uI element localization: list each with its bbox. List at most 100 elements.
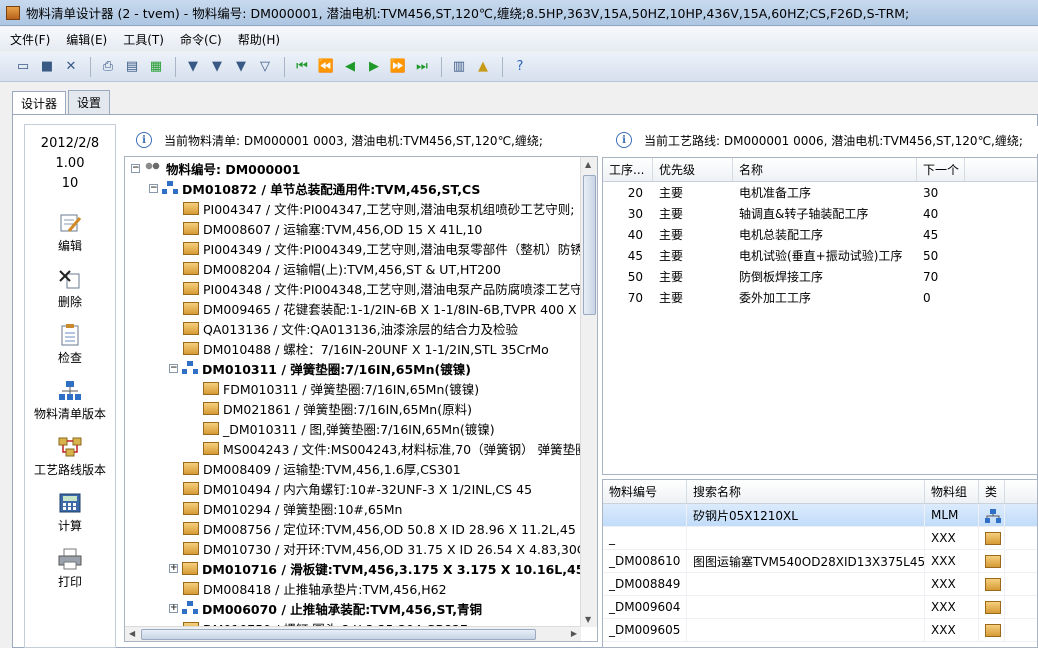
filter-icon[interactable]: ▼	[182, 56, 204, 78]
excel-icon[interactable]: ▦	[145, 56, 167, 78]
next-page-icon[interactable]: ⏩	[387, 56, 409, 78]
tree-node[interactable]: DM021861 / 弹簧垫圈:7/16IN,65Mn(原料)	[203, 398, 472, 418]
tree-node[interactable]: DM008204 / 运输帽(上):TVM,456,ST & UT,HT200	[183, 258, 501, 278]
scroll-thumb[interactable]	[583, 175, 596, 315]
save-icon[interactable]: ■	[36, 56, 58, 78]
calculate-button[interactable]: 计算	[25, 492, 115, 534]
menu-edit[interactable]: 编辑(E)	[66, 31, 107, 48]
preview-icon[interactable]: ▤	[121, 56, 143, 78]
material-row[interactable]: _DM009605 XXX	[603, 619, 1037, 642]
collapse-icon[interactable]: −	[169, 363, 178, 373]
tree-node[interactable]: − DM010311 / 弹簧垫圈:7/16IN,65Mn(镀镍)	[169, 358, 471, 378]
tree-node[interactable]: DM008409 / 运输垫:TVM,456,1.6厚,CS301	[183, 458, 461, 478]
route-row[interactable]: 50 主要 防倒板焊接工序 70	[603, 266, 1037, 287]
tree-node[interactable]: PI004349 / 文件:PI004349,工艺守则,潜油电泵零部件（整机）防…	[183, 238, 581, 258]
tree-node[interactable]: _DM010311 / 图,弹簧垫圈:7/16IN,65Mn(镀镍)	[203, 418, 495, 438]
scroll-right-icon[interactable]: ▶	[571, 629, 577, 638]
next-record-icon[interactable]: ▶	[363, 56, 385, 78]
material-cell: XXX	[925, 619, 979, 641]
alert-icon[interactable]: ▲	[472, 56, 494, 78]
users-icon	[144, 162, 162, 174]
document-icon[interactable]: ▥	[448, 56, 470, 78]
delete-button[interactable]: 删除	[25, 268, 115, 310]
collapse-icon[interactable]: −	[149, 183, 158, 193]
tree-node[interactable]: DM008607 / 运输塞:TVM,456,OD 15 X 41L,10	[183, 218, 482, 238]
scroll-up-icon[interactable]: ▲	[585, 160, 591, 169]
tree-node[interactable]: + DM010716 / 滑板键:TVM,456,3.175 X 3.175 X…	[169, 558, 581, 578]
menu-file[interactable]: 文件(F)	[10, 31, 50, 48]
scroll-down-icon[interactable]: ▼	[585, 615, 591, 624]
tree-vertical-scrollbar[interactable]: ▲ ▼	[580, 157, 597, 627]
expand-icon[interactable]: +	[169, 603, 178, 613]
tree-node[interactable]: DM010730 / 对开环:TVM,456,OD 31.75 X ID 26.…	[183, 538, 581, 558]
filter-advanced-icon[interactable]: ▼	[230, 56, 252, 78]
tree-node-root[interactable]: − 物料编号: DM000001	[131, 158, 300, 178]
first-record-icon[interactable]: ⏮	[291, 56, 313, 78]
type-cell	[979, 504, 1005, 526]
tree-node[interactable]: DM010488 / 螺栓：7/16IN-20UNF X 1-1/2IN,STL…	[183, 338, 549, 358]
bom-version-button[interactable]: 物料清单版本	[25, 380, 115, 422]
route-row[interactable]: 45 主要 电机试验(垂直+振动试验)工序 50	[603, 245, 1037, 266]
route-row[interactable]: 30 主要 轴调直&转子轴装配工序 40	[603, 203, 1037, 224]
tree-node[interactable]: DM008418 / 止推轴承垫片:TVM,456,H62	[183, 578, 447, 598]
column-header[interactable]: 优先级	[653, 158, 733, 181]
tree-node[interactable]: + DM006070 / 止推轴承装配:TVM,456,ST,青铜	[169, 598, 482, 618]
prev-record-icon[interactable]: ◀	[339, 56, 361, 78]
bom-tree[interactable]: − 物料编号: DM000001 − DM010872 / 单节总装配通用件:T…	[124, 156, 598, 642]
material-row[interactable]: 矽钢片05X1210XL MLM	[603, 504, 1037, 527]
collapse-icon[interactable]: −	[131, 163, 140, 173]
tree-node[interactable]: − DM010872 / 单节总装配通用件:TVM,456,ST,CS	[149, 178, 480, 198]
tree-node[interactable]: QA013136 / 文件:QA013136,油漆涂层的结合力及检验	[183, 318, 518, 338]
route-row[interactable]: 20 主要 电机准备工序 30	[603, 182, 1037, 203]
tab-settings[interactable]: 设置	[68, 90, 111, 114]
edit-button[interactable]: 编辑	[25, 212, 115, 254]
column-header[interactable]: 物料编号	[603, 480, 687, 503]
info-icon: i	[136, 132, 152, 148]
route-row[interactable]: 40 主要 电机总装配工序 45	[603, 224, 1037, 245]
tree-node[interactable]: DM010494 / 内六角螺钉:10#-32UNF-3 X 1/2INL,CS…	[183, 478, 532, 498]
tree-node[interactable]: PI004347 / 文件:PI004347,工艺守则,潜油电泵机组喷砂工艺守则…	[183, 198, 574, 218]
tree-horizontal-scrollbar[interactable]: ◀ ▶	[125, 626, 581, 641]
cut-icon[interactable]: ✕	[60, 56, 82, 78]
tree-node[interactable]: FDM010311 / 弹簧垫圈:7/16IN,65Mn(镀镍)	[203, 378, 479, 398]
tree-node[interactable]: DM009465 / 花键套装配:1-1/2IN-6B X 1-1/8IN-6B…	[183, 298, 581, 318]
route-version-button[interactable]: 工艺路线版本	[25, 436, 115, 478]
tab-designer[interactable]: 设计器	[12, 91, 67, 115]
expand-icon[interactable]: +	[169, 563, 178, 573]
column-header[interactable]: 名称	[733, 158, 917, 181]
tree-node[interactable]: DM010294 / 弹簧垫圈:10#,65Mn	[183, 498, 402, 518]
material-row[interactable]: _ XXX	[603, 527, 1037, 550]
tree-node[interactable]: MS004243 / 文件:MS004243,材料标准,70（弹簧钢） 弹簧垫圈…	[203, 438, 581, 458]
tree-node[interactable]: PI004348 / 文件:PI004348,工艺守则,潜油电泵产品防腐喷漆工艺…	[183, 278, 581, 298]
last-record-icon[interactable]: ⏭	[411, 56, 433, 78]
check-button[interactable]: 检查	[25, 324, 115, 366]
print-button[interactable]: 打印	[25, 548, 115, 590]
help-icon[interactable]: ?	[509, 56, 531, 78]
menu-tools[interactable]: 工具(T)	[123, 31, 164, 48]
scroll-left-icon[interactable]: ◀	[129, 629, 135, 638]
route-row[interactable]: 70 主要 委外加工工序 0	[603, 287, 1037, 308]
menu-help[interactable]: 帮助(H)	[238, 31, 280, 48]
new-icon[interactable]: ▭	[12, 56, 34, 78]
column-header[interactable]: 物料组	[925, 480, 979, 503]
tree-node[interactable]: DM008756 / 定位环:TVM,456,OD 50.8 X ID 28.9…	[183, 518, 576, 538]
material-row[interactable]: _DM008610 图图运输塞TVM540OD28XID13X375L45 XXX	[603, 550, 1037, 573]
column-header[interactable]: 搜索名称	[687, 480, 925, 503]
filter-clear-icon[interactable]: ▽	[254, 56, 276, 78]
menu-command[interactable]: 命令(C)	[180, 31, 222, 48]
print-icon[interactable]: ⎙	[97, 56, 119, 78]
material-cell: _DM008849	[603, 573, 687, 595]
material-row[interactable]: _DM008849 XXX	[603, 573, 1037, 596]
column-header[interactable]: 工序...	[603, 158, 653, 181]
info-icon: i	[616, 132, 632, 148]
checklist-icon	[57, 324, 83, 346]
part-icon	[203, 381, 219, 395]
part-icon	[183, 461, 199, 475]
column-header[interactable]: 下一个	[917, 158, 965, 181]
route-cell: 70	[923, 269, 939, 284]
filter-selection-icon[interactable]: ▼	[206, 56, 228, 78]
scroll-thumb[interactable]	[141, 629, 536, 640]
material-row[interactable]: _DM009604 XXX	[603, 596, 1037, 619]
column-header[interactable]: 类	[979, 480, 1005, 503]
prev-page-icon[interactable]: ⏪	[315, 56, 337, 78]
